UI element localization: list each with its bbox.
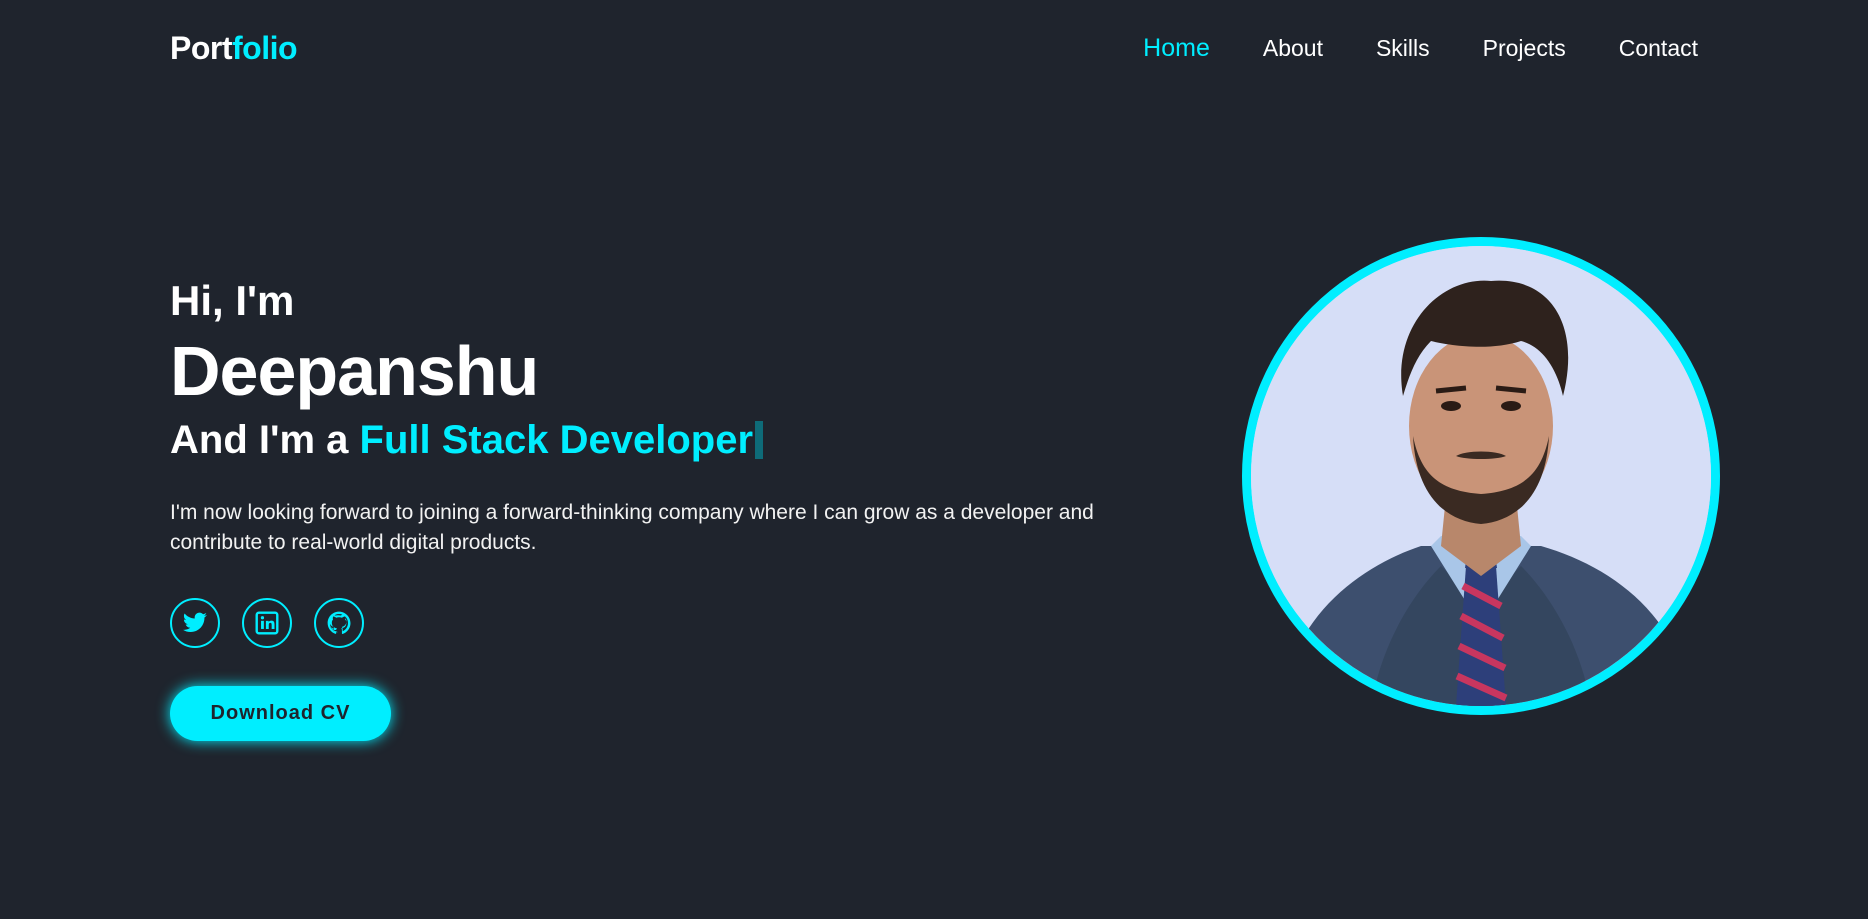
linkedin-link[interactable] bbox=[242, 598, 292, 648]
twitter-icon bbox=[183, 612, 207, 632]
hero-role-prefix: And I'm a bbox=[170, 418, 360, 462]
profile-portrait bbox=[1251, 246, 1711, 706]
hero-content: Hi, I'm Deepanshu And I'm a Full Stack D… bbox=[170, 276, 1180, 741]
github-link[interactable] bbox=[314, 598, 364, 648]
logo-text-primary: Port bbox=[170, 29, 233, 66]
download-cv-button[interactable]: Download CV bbox=[170, 686, 391, 741]
page: Portfolio Home About Skills Projects Con… bbox=[0, 0, 1868, 919]
nav-link-about[interactable]: About bbox=[1263, 35, 1323, 62]
typing-cursor bbox=[755, 421, 764, 459]
hero-name: Deepanshu bbox=[170, 332, 539, 410]
site-header: Portfolio Home About Skills Projects Con… bbox=[0, 0, 1868, 96]
profile-photo bbox=[1242, 237, 1720, 715]
nav-link-home[interactable]: Home bbox=[1143, 34, 1210, 63]
main-nav: Home About Skills Projects Contact bbox=[1143, 34, 1698, 63]
linkedin-icon bbox=[255, 611, 279, 635]
hero-role: And I'm a Full Stack Developer bbox=[170, 414, 1180, 466]
social-links bbox=[170, 598, 1180, 648]
nav-link-projects[interactable]: Projects bbox=[1483, 35, 1566, 62]
hero-description: I'm now looking forward to joining a for… bbox=[170, 501, 1094, 554]
logo-text-accent: folio bbox=[232, 29, 298, 66]
hero-role-typed: Full Stack Developer bbox=[359, 418, 754, 462]
logo[interactable]: Portfolio bbox=[170, 29, 298, 67]
github-icon bbox=[327, 611, 351, 634]
nav-link-contact[interactable]: Contact bbox=[1619, 35, 1698, 62]
twitter-link[interactable] bbox=[170, 598, 220, 648]
nav-link-skills[interactable]: Skills bbox=[1376, 35, 1430, 62]
hero-greeting: Hi, I'm bbox=[170, 277, 295, 324]
